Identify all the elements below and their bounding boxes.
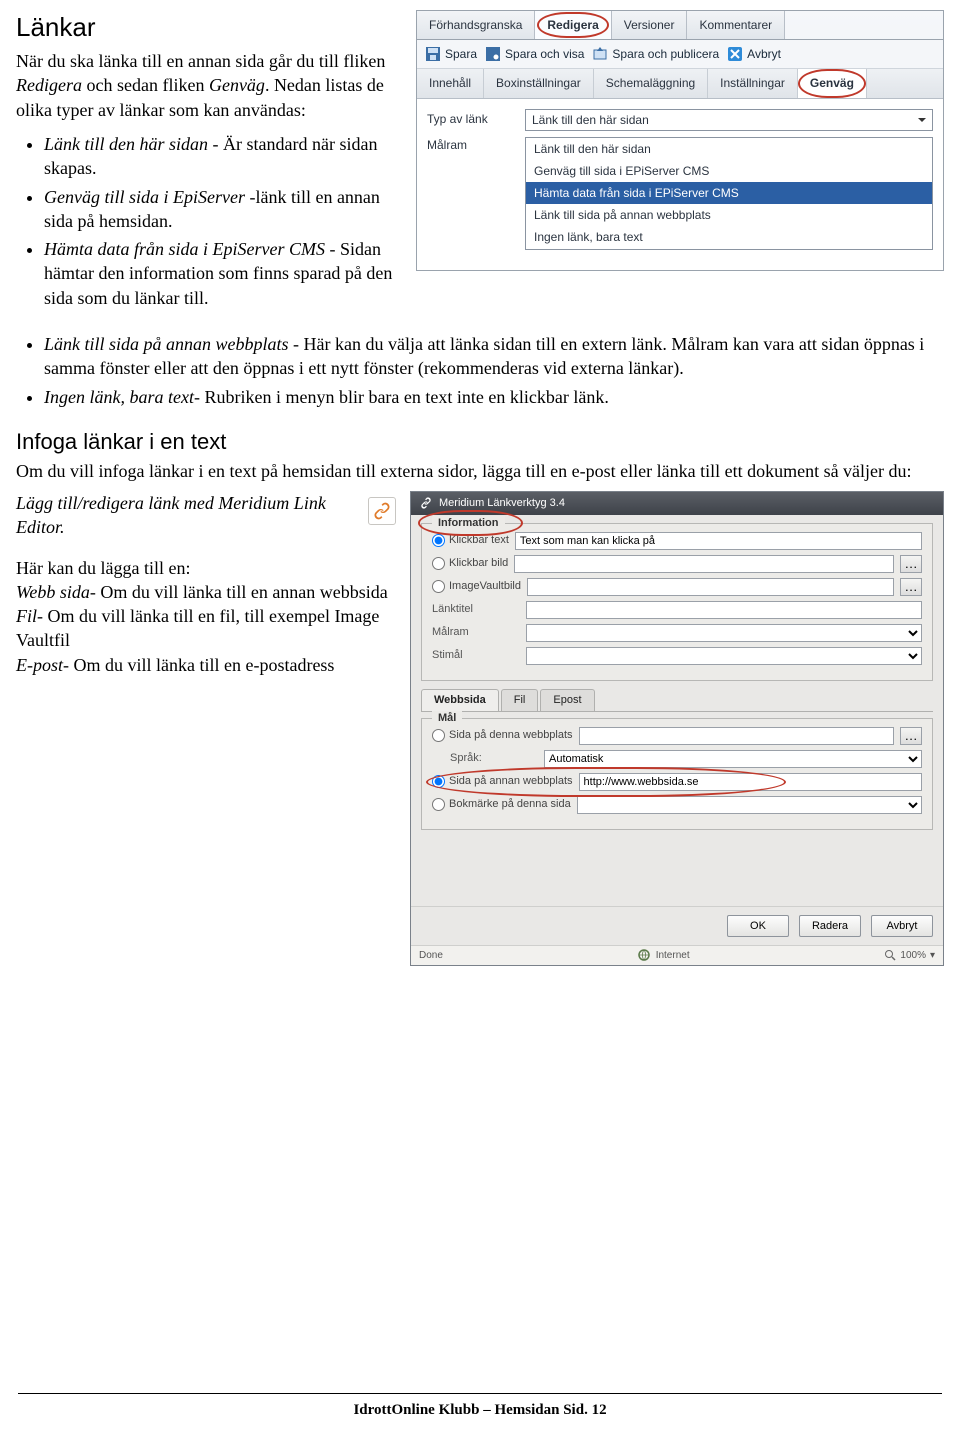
clickable-image-input[interactable]	[514, 555, 894, 573]
page-footer: IdrottOnline Klubb – Hemsidan Sid. 12	[0, 1393, 960, 1420]
bookmark-select[interactable]	[577, 796, 922, 814]
def-file: Fil- Om du vill länka till en fil, till …	[16, 604, 396, 653]
link-type-label: Typ av länk	[427, 111, 517, 127]
link-title-label: Länktitel	[432, 602, 520, 617]
save-and-view-button[interactable]: Spara och visa	[485, 46, 584, 62]
radio-imagevault[interactable]: ImageVaultbild	[432, 579, 521, 594]
browse-button[interactable]: …	[900, 578, 922, 596]
sub-tabs: Innehåll Boxinställningar Schemaläggning…	[417, 69, 943, 98]
target-select[interactable]	[526, 624, 922, 642]
dialog-tabs: Webbsida Fil Epost	[421, 689, 933, 712]
target-frame-label: Målram	[427, 137, 517, 153]
radio-clickable-text[interactable]: Klickbar text	[432, 533, 509, 548]
zoom-icon	[884, 949, 896, 961]
tab-edit[interactable]: Redigera	[535, 11, 611, 39]
link-type-list-continued: Länk till sida på annan webbplats - Här …	[18, 332, 944, 409]
chevron-down-icon[interactable]: ▾	[930, 949, 935, 963]
target-label: Målram	[432, 625, 520, 640]
clickable-text-input[interactable]	[515, 532, 922, 550]
save-icon	[425, 46, 441, 62]
dropdown-option-selected[interactable]: Hämta data från sida i EPiServer CMS	[526, 182, 932, 204]
stimal-label: Stimål	[432, 648, 520, 663]
subsection-title: Infoga länkar i en text	[16, 427, 944, 457]
cancel-button[interactable]: Avbryt	[727, 46, 781, 62]
subtab-shortcut[interactable]: Genväg	[798, 69, 867, 97]
info-legend: Information	[432, 516, 505, 531]
status-zoom: 100%	[900, 949, 926, 963]
dlg-tab-web[interactable]: Webbsida	[421, 689, 499, 711]
language-label: Språk:	[450, 751, 538, 766]
radio-bookmark[interactable]: Bokmärke på denna sida	[432, 797, 571, 812]
save-button[interactable]: Spara	[425, 46, 477, 62]
tab-versions[interactable]: Versioner	[612, 11, 688, 39]
save-and-publish-button[interactable]: Spara och publicera	[592, 46, 719, 62]
subtab-boxsettings[interactable]: Boxinställningar	[484, 69, 594, 97]
dialog-titlebar: Meridium Länkverktyg 3.4	[411, 492, 943, 515]
radio-other-site[interactable]: Sida på annan webbplats	[432, 774, 573, 789]
dlg-tab-email[interactable]: Epost	[540, 689, 594, 711]
language-select[interactable]: Automatisk	[544, 750, 922, 768]
save-view-icon	[485, 46, 501, 62]
ok-button[interactable]: OK	[727, 915, 789, 937]
dropdown-option[interactable]: Länk till sida på annan webbplats	[526, 204, 932, 226]
status-bar: Done Internet 100% ▾	[411, 945, 943, 966]
subtab-settings[interactable]: Inställningar	[708, 69, 798, 97]
add-options-intro: Här kan du lägga till en:	[16, 556, 396, 580]
list-item: Länk till sida på annan webbplats - Här …	[44, 332, 944, 381]
cancel-button[interactable]: Avbryt	[871, 915, 933, 937]
this-site-input[interactable]	[579, 727, 894, 745]
chevron-down-icon	[916, 114, 928, 126]
browse-button[interactable]: …	[900, 727, 922, 745]
radio-this-site[interactable]: Sida på denna webbplats	[432, 728, 573, 743]
link-type-select[interactable]: Länk till den här sidan	[525, 109, 933, 131]
subtab-schedule[interactable]: Schemaläggning	[594, 69, 708, 97]
main-tabs: Förhandsgranska Redigera Versioner Komme…	[417, 11, 943, 40]
list-item: Länk till den här sidan - Är standard nä…	[44, 132, 406, 181]
def-email: E-post- Om du vill länka till en e-posta…	[16, 653, 396, 677]
section-title: Länkar	[16, 10, 406, 45]
imagevault-input[interactable]	[527, 578, 894, 596]
action-bar: Spara Spara och visa Spara och publicera…	[417, 40, 943, 69]
status-zone: Internet	[656, 949, 690, 963]
dropdown-option[interactable]: Ingen länk, bara text	[526, 226, 932, 248]
close-icon	[727, 46, 743, 62]
link-icon	[372, 501, 392, 521]
subtab-content[interactable]: Innehåll	[417, 69, 484, 97]
dialog-buttons: OK Radera Avbryt	[411, 906, 943, 945]
shortcut-form: Typ av länk Länk till den här sidan Målr…	[417, 99, 943, 270]
other-site-url-input[interactable]	[579, 773, 922, 791]
delete-button[interactable]: Radera	[799, 915, 861, 937]
insert-links-intro: Om du vill infoga länkar i en text på he…	[16, 459, 944, 483]
save-publish-icon	[592, 46, 608, 62]
link-editor-dialog: Meridium Länkverktyg 3.4 Information Kli…	[410, 491, 944, 966]
browse-button[interactable]: …	[900, 555, 922, 573]
info-fieldset: Information Klickbar text Klickbar bild …	[421, 523, 933, 681]
link-editor-caption: Lägg till/redigera länk med Meridium Lin…	[16, 491, 358, 540]
dlg-tab-file[interactable]: Fil	[501, 689, 539, 711]
link-type-dropdown[interactable]: Länk till den här sidan Genväg till sida…	[525, 137, 933, 250]
link-icon	[419, 496, 433, 510]
internet-icon	[638, 949, 650, 961]
list-item: Genväg till sida i EpiServer -länk till …	[44, 185, 406, 234]
def-web: Webb sida- Om du vill länka till en anna…	[16, 580, 396, 604]
tab-preview[interactable]: Förhandsgranska	[417, 11, 535, 39]
dropdown-option[interactable]: Länk till den här sidan	[526, 138, 932, 160]
tab-comments[interactable]: Kommentarer	[687, 11, 785, 39]
intro-paragraph: När du ska länka till en annan sida går …	[16, 49, 406, 122]
link-editor-button[interactable]	[368, 497, 396, 525]
dropdown-option[interactable]: Genväg till sida i EPiServer CMS	[526, 160, 932, 182]
list-item: Hämta data från sida i EpiServer CMS - S…	[44, 237, 406, 310]
status-left: Done	[419, 949, 443, 963]
link-title-input[interactable]	[526, 601, 922, 619]
stimal-select[interactable]	[526, 647, 922, 665]
episerver-panel: Förhandsgranska Redigera Versioner Komme…	[416, 10, 944, 271]
radio-clickable-image[interactable]: Klickbar bild	[432, 556, 508, 571]
link-type-list: Länk till den här sidan - Är standard nä…	[18, 132, 406, 310]
target-fieldset: Mål Sida på denna webbplats … Språk: Aut…	[421, 718, 933, 830]
list-item: Ingen länk, bara text- Rubriken i menyn …	[44, 385, 944, 409]
target-legend: Mål	[432, 711, 462, 726]
